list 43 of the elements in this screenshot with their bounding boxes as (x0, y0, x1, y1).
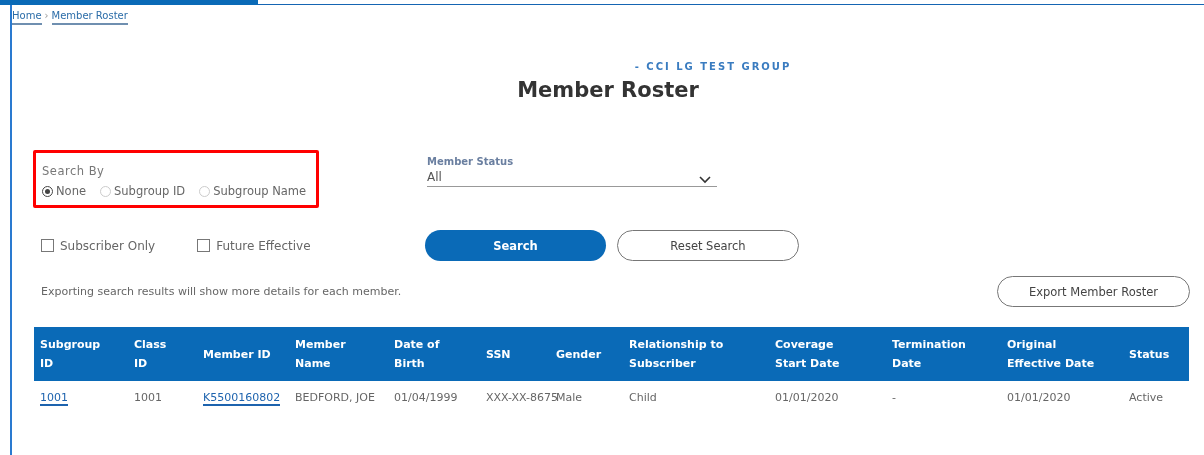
group-name: - CCI LG TEST GROUP (633, 61, 793, 72)
table-cell: XXX-XX-8675 (486, 391, 558, 404)
radio-option[interactable]: Subgroup Name (199, 184, 307, 198)
column-header[interactable]: Status (1129, 344, 1171, 364)
table-link[interactable]: K5500160802 (203, 391, 281, 406)
search-button[interactable]: Search (425, 230, 606, 261)
column-header[interactable]: Subgroup ID (40, 335, 110, 373)
column-header[interactable]: Member ID (203, 344, 271, 364)
table-link[interactable]: 1001 (40, 391, 68, 406)
table-cell: - (892, 391, 896, 404)
export-note: Exporting search results will show more details for each member. (41, 285, 402, 298)
reset-search-button[interactable]: Reset Search (617, 230, 799, 261)
column-header[interactable]: Termination Date (892, 335, 983, 373)
column-header[interactable]: Member Name (295, 335, 370, 373)
search-by-label: Search By (42, 164, 106, 178)
chevron-icon: › (44, 10, 49, 25)
column-header[interactable]: Original Effective Date (1007, 335, 1105, 373)
radio-option[interactable]: None (42, 184, 86, 198)
checkbox-icon[interactable] (197, 239, 211, 252)
table-cell: 01/01/2020 (1007, 391, 1071, 404)
chevron-down-icon (699, 176, 711, 184)
page-title: Member Roster (516, 78, 700, 102)
column-header[interactable]: SSN (486, 344, 532, 364)
table-cell: 1001 (134, 391, 162, 404)
column-header[interactable]: Date of Birth (394, 335, 462, 373)
table-cell: Male (556, 391, 583, 404)
table-cell: 01/04/1999 (394, 391, 458, 404)
column-header[interactable]: Gender (556, 344, 605, 364)
radio-option[interactable]: Subgroup ID (100, 184, 186, 198)
breadcrumb-link[interactable]: Member Roster (51, 10, 128, 25)
checkbox-icon[interactable] (41, 239, 54, 252)
table-cell: BEDFORD, JOE (295, 391, 375, 404)
column-header[interactable]: Relationship to Subscriber (629, 335, 751, 373)
column-header[interactable]: Class ID (134, 335, 179, 373)
table-cell: Child (629, 391, 657, 404)
export-button[interactable]: Export Member Roster (997, 276, 1190, 307)
table-cell: Active (1129, 391, 1164, 404)
column-header[interactable]: Coverage Start Date (775, 335, 868, 373)
member-status-dropdown[interactable]: Member Status All (427, 156, 717, 187)
breadcrumb-link[interactable]: Home (12, 10, 42, 25)
table-cell: 01/01/2020 (775, 391, 839, 404)
checkbox-option[interactable]: Subscriber Only (41, 238, 156, 253)
checkbox-option[interactable]: Future Effective (197, 238, 311, 253)
